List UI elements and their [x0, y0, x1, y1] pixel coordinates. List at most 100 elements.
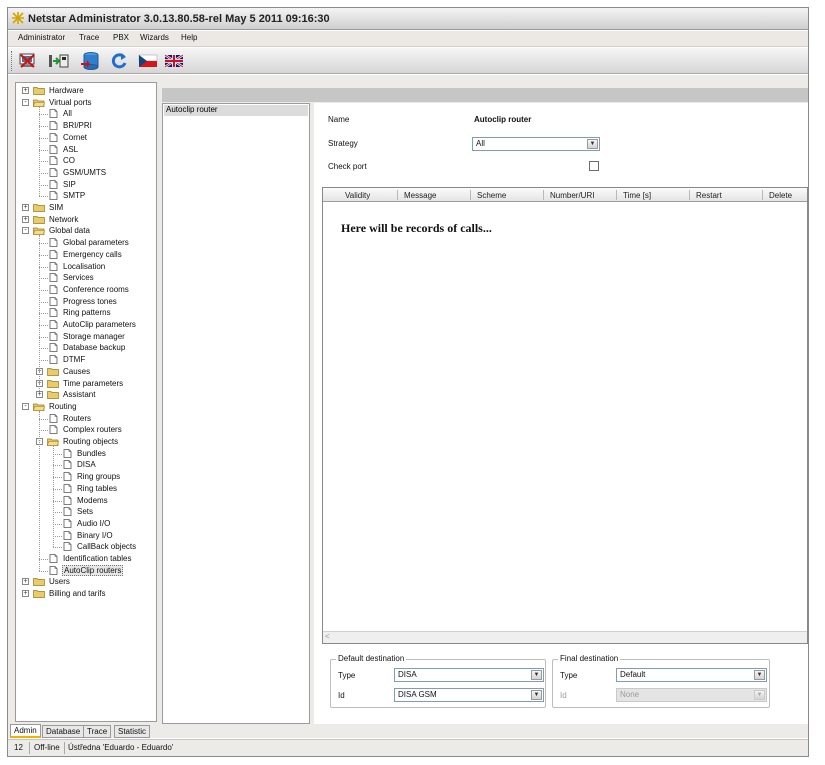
tree-item-disa[interactable]: DISA: [16, 459, 156, 471]
uk-flag-icon[interactable]: [163, 51, 185, 71]
tree-item-routing-objects[interactable]: - Routing objects: [16, 436, 156, 448]
czech-flag-icon[interactable]: [137, 51, 159, 71]
expand-icon[interactable]: +: [22, 87, 29, 94]
strategy-select[interactable]: All ▼: [472, 137, 600, 151]
tree-item-hardware[interactable]: + Hardware: [16, 85, 156, 97]
tree-item-network[interactable]: + Network: [16, 214, 156, 226]
detail-panel: Name Autoclip router Strategy All ▼ Chec…: [314, 103, 808, 724]
col-scheme[interactable]: Scheme: [477, 191, 506, 200]
database-icon[interactable]: [80, 51, 102, 71]
tree-item-billing-and-tarifs[interactable]: + Billing and tarifs: [16, 588, 156, 600]
column-divider[interactable]: [689, 190, 690, 200]
tree-item-causes[interactable]: + Causes: [16, 366, 156, 378]
tree-item-routing[interactable]: - Routing: [16, 401, 156, 413]
menu-trace[interactable]: Trace: [79, 33, 99, 42]
column-divider[interactable]: [543, 190, 544, 200]
expand-icon[interactable]: +: [22, 204, 29, 211]
tree-item-progress-tones[interactable]: Progress tones: [16, 296, 156, 308]
default-id-select[interactable]: DISA GSM ▼: [394, 688, 544, 702]
final-type-select[interactable]: Default ▼: [616, 668, 767, 682]
toolbar-grip: [11, 51, 13, 71]
tree-item-audio-i-o[interactable]: Audio I/O: [16, 518, 156, 530]
tree-item-smtp[interactable]: SMTP: [16, 190, 156, 202]
tree-item-autoclip-routers[interactable]: AutoClip routers: [16, 564, 156, 577]
tree-item-asl[interactable]: ASL: [16, 144, 156, 156]
list-item[interactable]: Autoclip router: [164, 105, 308, 116]
tree-item-callback-objects[interactable]: CallBack objects: [16, 541, 156, 553]
tree-item-ring-groups[interactable]: Ring groups: [16, 471, 156, 483]
tree-item-database-backup[interactable]: Database backup: [16, 342, 156, 354]
scroll-left-icon[interactable]: <: [325, 632, 330, 641]
tab-trace[interactable]: Trace: [83, 725, 112, 738]
tree-item-binary-i-o[interactable]: Binary I/O: [16, 530, 156, 542]
tree-item-storage-manager[interactable]: Storage manager: [16, 331, 156, 343]
column-divider[interactable]: [397, 190, 398, 200]
check-port-checkbox[interactable]: [589, 161, 599, 171]
chevron-down-icon[interactable]: ▼: [754, 670, 765, 680]
tab-database[interactable]: Database: [42, 725, 85, 738]
column-divider[interactable]: [762, 190, 763, 200]
col-number-uri[interactable]: Number/URI: [550, 191, 594, 200]
call-records-grid[interactable]: Validity Message Scheme Number/URI Time …: [322, 187, 808, 644]
tab-statistic[interactable]: Statistic: [114, 725, 151, 738]
tree-item-conference-rooms[interactable]: Conference rooms: [16, 284, 156, 296]
tree-item-time-parameters[interactable]: + Time parameters: [16, 378, 156, 390]
expand-icon[interactable]: +: [22, 215, 29, 223]
tree-item-localisation[interactable]: Localisation: [16, 261, 156, 273]
menu-administrator[interactable]: Administrator: [18, 33, 65, 42]
tree-item-gsm-umts[interactable]: GSM/UMTS: [16, 167, 156, 179]
menu-pbx[interactable]: PBX: [113, 33, 129, 42]
tree-item-users[interactable]: + Users: [16, 576, 156, 588]
col-restart[interactable]: Restart: [696, 191, 722, 200]
tree-item-modems[interactable]: Modems: [16, 495, 156, 507]
col-time[interactable]: Time [s]: [623, 191, 651, 200]
tree-item-cornet[interactable]: Cornet: [16, 132, 156, 144]
horizontal-scrollbar[interactable]: <: [323, 631, 807, 643]
tree-item-routers[interactable]: Routers: [16, 413, 156, 425]
tree-item-services[interactable]: Services: [16, 272, 156, 284]
tab-admin[interactable]: Admin: [10, 724, 41, 738]
tree-item-global-data[interactable]: - Global data: [16, 225, 156, 237]
column-divider[interactable]: [470, 190, 471, 200]
col-validity[interactable]: Validity: [345, 191, 370, 200]
tree-item-virtual-ports[interactable]: - Virtual ports: [16, 97, 156, 109]
column-divider[interactable]: [616, 190, 617, 200]
tree-item-label: AutoClip routers: [62, 564, 124, 576]
tree-item-assistant[interactable]: + Assistant: [16, 389, 156, 401]
chevron-down-icon[interactable]: ▼: [587, 139, 598, 149]
tree-item-dtmf[interactable]: DTMF: [16, 354, 156, 366]
tree-item-all[interactable]: All: [16, 108, 156, 120]
default-type-select[interactable]: DISA ▼: [394, 668, 544, 682]
tree-item-identification-tables[interactable]: Identification tables: [16, 553, 156, 565]
tree-item-bundles[interactable]: Bundles: [16, 448, 156, 460]
tree-item-ring-tables[interactable]: Ring tables: [16, 483, 156, 495]
collapse-icon[interactable]: -: [22, 402, 29, 410]
tree-item-sip[interactable]: SIP: [16, 179, 156, 191]
collapse-icon[interactable]: -: [22, 227, 29, 235]
expand-icon[interactable]: +: [22, 578, 29, 586]
tree-item-sets[interactable]: Sets: [16, 506, 156, 518]
document-icon: [49, 320, 58, 329]
collapse-icon[interactable]: -: [22, 98, 29, 106]
tree-item-emergency-calls[interactable]: Emergency calls: [16, 249, 156, 261]
tree-item-global-parameters[interactable]: Global parameters: [16, 237, 156, 249]
tree-item-ring-patterns[interactable]: Ring patterns: [16, 307, 156, 319]
menu-wizards[interactable]: Wizards: [140, 33, 169, 42]
tree-item-autoclip-parameters[interactable]: AutoClip parameters: [16, 319, 156, 331]
router-list[interactable]: Autoclip router: [162, 103, 310, 724]
menu-help[interactable]: Help: [181, 33, 197, 42]
chevron-down-icon[interactable]: ▼: [531, 690, 542, 700]
chevron-down-icon[interactable]: ▼: [531, 670, 542, 680]
expand-icon[interactable]: +: [22, 590, 29, 598]
refresh-icon[interactable]: [108, 51, 130, 71]
tree-item-sim[interactable]: + SIM: [16, 202, 156, 214]
tree-item-bri-pri[interactable]: BRI/PRI: [16, 120, 156, 132]
col-delete[interactable]: Delete: [769, 191, 792, 200]
connect-icon[interactable]: [48, 51, 70, 71]
exit-icon[interactable]: [17, 51, 39, 71]
col-message[interactable]: Message: [404, 191, 436, 200]
navigation-tree[interactable]: + Hardware - Virtual ports All BRI/PRI Cornet A…: [15, 82, 157, 722]
tree-item-co[interactable]: CO: [16, 155, 156, 167]
tree-item-complex-routers[interactable]: Complex routers: [16, 424, 156, 436]
folder-icon: [33, 87, 45, 95]
